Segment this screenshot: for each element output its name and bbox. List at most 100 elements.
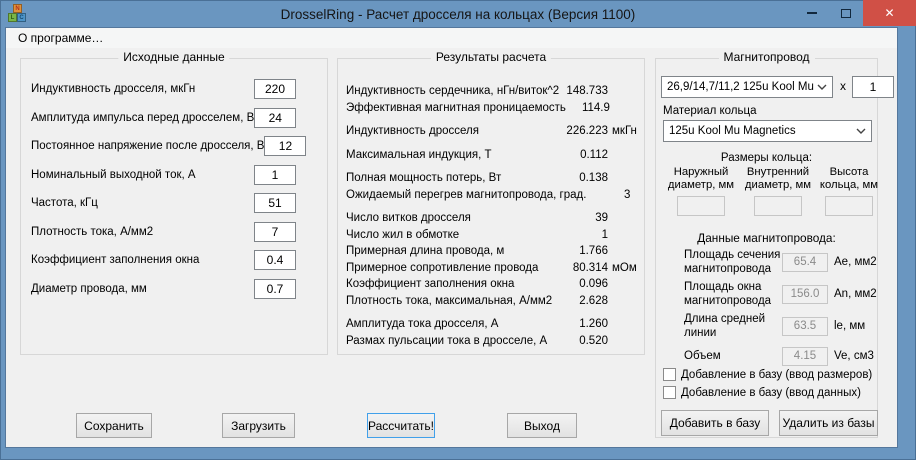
result-label: Число жил в обмотке (346, 229, 564, 241)
result-unit: мкГн (608, 125, 638, 137)
menu-bar: О программе… (6, 28, 897, 48)
path-length-input (782, 317, 828, 336)
result-value: 114.9 (566, 102, 610, 114)
outer-diameter-input (677, 196, 725, 216)
core-data-row: Площадь сечения магнитопровода Ae, мм2 (684, 247, 875, 277)
fill-factor-input[interactable] (254, 250, 296, 270)
core-area-unit: Ae, мм2 (828, 256, 877, 268)
output-voltage-input[interactable] (264, 136, 306, 156)
result-row: Амплитуда тока дросселя, А 1.260 (346, 316, 638, 333)
result-value: 1 (564, 229, 608, 241)
result-label: Размах пульсации тока в дросселе, А (346, 335, 564, 347)
volume-unit: Ve, см3 (828, 350, 874, 362)
checkbox-row: Добавление в базу (ввод данных) (663, 385, 861, 400)
core-data-row: Длина средней линии le, мм (684, 311, 875, 341)
window-frame: О программе… Исходные данные Индуктивнос… (6, 28, 897, 447)
ring-count-input[interactable] (852, 76, 894, 98)
result-value: 0.112 (564, 149, 608, 161)
result-row: Эффективная магнитная проницаемость 114.… (346, 100, 638, 117)
result-label: Амплитуда тока дросселя, А (346, 318, 564, 330)
outer-diameter-label: Наружный диаметр, мм (663, 166, 739, 192)
title-bar: N L C DrosselRing - Расчет дросселя на к… (0, 0, 916, 28)
chevron-down-icon (856, 128, 866, 134)
result-label: Эффективная магнитная проницаемость (346, 102, 566, 114)
close-icon: ✕ (884, 6, 894, 20)
volume-label: Объем (684, 349, 782, 363)
minimize-button[interactable] (795, 0, 829, 26)
results-group-title: Результаты расчета (431, 50, 551, 64)
add-to-db-button[interactable]: Добавить в базу (661, 410, 769, 436)
core-data-row: Объем Ve, см3 (684, 346, 875, 366)
calculate-button[interactable]: Рассчитать! (367, 413, 435, 438)
inner-diameter-input (754, 196, 802, 216)
window-controls: ✕ (795, 0, 916, 26)
core-data-title: Данные магнитопровода: (656, 231, 877, 245)
material-label: Материал кольца (663, 105, 757, 117)
app-window: N L C DrosselRing - Расчет дросселя на к… (0, 0, 916, 460)
maximize-button[interactable] (829, 0, 863, 26)
result-label: Индуктивность сердечника, нГн/виток^2 (346, 85, 564, 97)
volume-input (782, 347, 828, 366)
input-row: Коэффициент заполнения окна (31, 250, 296, 270)
current-density-label: Плотность тока, А/мм2 (31, 226, 153, 238)
result-row: Индуктивность сердечника, нГн/виток^2 14… (346, 83, 638, 100)
result-label: Ожидаемый перегрев магнитопровода, град. (346, 189, 586, 201)
output-current-input[interactable] (254, 165, 296, 185)
result-value: 80.314 (564, 262, 608, 274)
result-value: 148.733 (564, 85, 608, 97)
result-value: 0.520 (564, 335, 608, 347)
minimize-icon (807, 12, 817, 14)
result-label: Примерная длина провода, м (346, 245, 564, 257)
core-group-title: Магнитопровод (718, 50, 814, 64)
current-density-input[interactable] (254, 222, 296, 242)
frequency-label: Частота, кГц (31, 197, 98, 209)
result-value: 2.628 (564, 295, 608, 307)
app-icon: N L C (8, 4, 27, 24)
menu-about[interactable]: О программе… (13, 29, 108, 47)
result-row: Коэффициент заполнения окна 0.096 (346, 276, 638, 293)
exit-button[interactable]: Выход (507, 413, 577, 438)
checkbox-add-data[interactable] (663, 386, 676, 399)
result-label: Максимальная индукция, Т (346, 149, 564, 161)
checkbox-add-sizes[interactable] (663, 368, 676, 381)
result-rows: Индуктивность сердечника, нГн/виток^2 14… (338, 59, 644, 349)
result-value: 0.096 (564, 278, 608, 290)
wire-diameter-input[interactable] (254, 279, 296, 299)
inductance-input[interactable] (254, 79, 296, 99)
fill-factor-label: Коэффициент заполнения окна (31, 254, 199, 266)
save-button[interactable]: Сохранить (76, 413, 152, 438)
pulse-amplitude-input[interactable] (254, 108, 296, 128)
output-voltage-label: Постоянное напряжение после дросселя, В (31, 140, 264, 152)
wire-diameter-label: Диаметр провода, мм (31, 283, 147, 295)
checkbox-row: Добавление в базу (ввод размеров) (663, 367, 872, 382)
result-row: Число жил в обмотке 1 (346, 227, 638, 244)
core-area-label: Площадь сечения магнитопровода (684, 248, 782, 276)
path-length-unit: le, мм (828, 320, 865, 332)
frequency-input[interactable] (254, 193, 296, 213)
pulse-amplitude-label: Амплитуда импульса перед дросселем, В (31, 112, 254, 124)
result-label: Плотность тока, максимальная, А/мм2 (346, 295, 564, 307)
result-row: Максимальная индукция, Т 0.112 (346, 147, 638, 164)
input-row: Номинальный выходной ток, А (31, 165, 296, 185)
maximize-icon (841, 9, 851, 18)
load-button[interactable]: Загрузить (222, 413, 295, 438)
ring-sizes-title: Размеры кольца: (656, 152, 877, 164)
core-data-row: Площадь окна магнитопровода An, мм2 (684, 279, 875, 309)
remove-from-db-button[interactable]: Удалить из базы (779, 410, 878, 436)
ring-height-input (825, 196, 873, 216)
result-row: Плотность тока, максимальная, А/мм2 2.62… (346, 293, 638, 310)
result-label: Коэффициент заполнения окна (346, 278, 564, 290)
ring-select[interactable]: 26,9/14,7/11,2 125u Kool Mu (661, 76, 833, 98)
path-length-label: Длина средней линии (684, 312, 782, 340)
inner-diameter-label: Внутренний диаметр, мм (740, 166, 816, 192)
chevron-down-icon (817, 84, 827, 90)
result-row: Индуктивность дросселя 226.223 мкГн (346, 123, 638, 140)
input-row: Амплитуда импульса перед дросселем, В (31, 108, 296, 128)
result-value: 39 (564, 212, 608, 224)
core-area-input (782, 253, 828, 272)
close-button[interactable]: ✕ (863, 0, 916, 26)
result-unit: мОм (608, 262, 638, 274)
input-row: Частота, кГц (31, 193, 296, 213)
material-select[interactable]: 125u Kool Mu Magnetics (663, 120, 872, 142)
result-label: Примерное сопротивление провода (346, 262, 564, 274)
